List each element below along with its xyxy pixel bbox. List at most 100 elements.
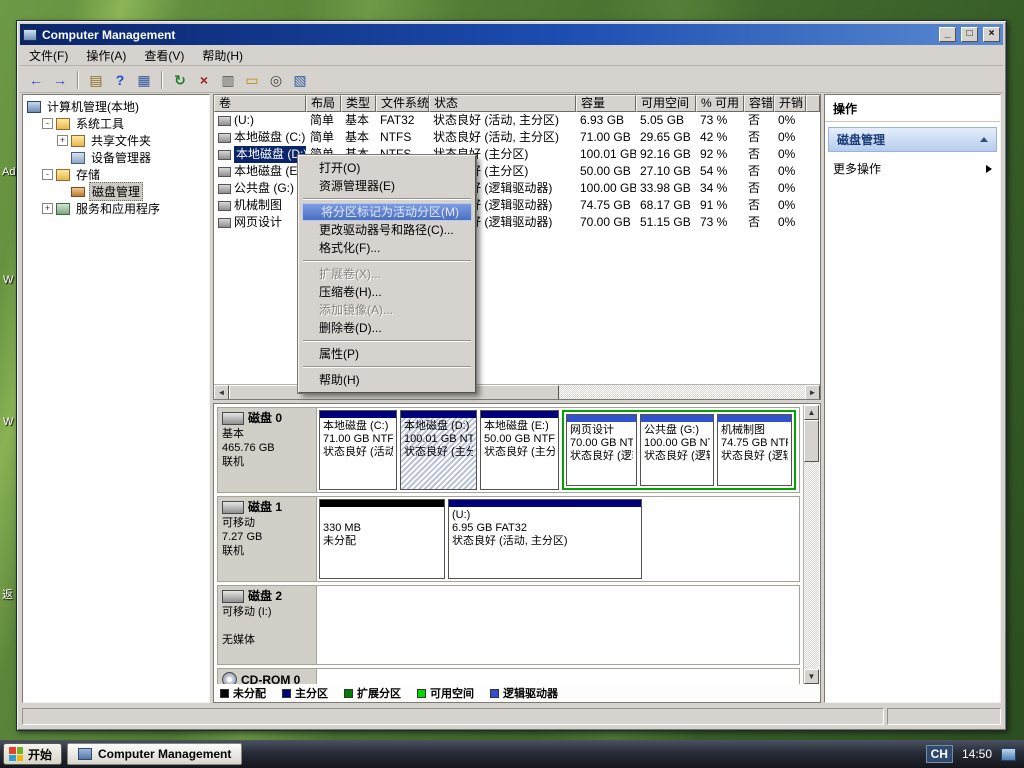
scroll-down-icon[interactable]: ▼ xyxy=(804,669,819,684)
help-icon[interactable]: ? xyxy=(109,70,131,90)
context-menu-item-4[interactable]: 更改驱动器号和路径(C)... xyxy=(301,221,473,239)
volume-cell: 73 % xyxy=(696,112,744,129)
context-menu-item-10[interactable]: 删除卷(D)... xyxy=(301,319,473,337)
disk-management-section-header[interactable]: 磁盘管理 xyxy=(828,127,997,152)
context-menu-item-7[interactable]: 扩展卷(X)... xyxy=(301,265,473,283)
vscrollbar-thumb[interactable] xyxy=(804,420,819,462)
menu-bar: 文件(F)操作(A)查看(V)帮助(H) xyxy=(20,46,1003,66)
tree-item-0[interactable]: 计算机管理(本地) xyxy=(23,98,209,115)
menu-item-0[interactable]: 文件(F) xyxy=(20,45,77,66)
context-menu-item-8[interactable]: 压缩卷(H)... xyxy=(301,283,473,301)
properties-icon[interactable]: ▥ xyxy=(217,70,239,90)
language-indicator[interactable]: CH xyxy=(926,745,953,763)
vertical-scrollbar[interactable]: ▲ ▼ xyxy=(803,405,819,684)
partition-lines: (U:)6.95 GB FAT32状态良好 (活动, 主分区) xyxy=(449,507,641,578)
refresh-icon[interactable]: ↻ xyxy=(169,70,191,90)
maximize-button[interactable]: □ xyxy=(961,27,978,42)
volume-col-header-4[interactable]: 状态 xyxy=(429,95,576,112)
tree-item-label: 服务和应用程序 xyxy=(74,200,162,217)
legend-item-4: 逻辑驱动器 xyxy=(490,685,558,701)
close-button[interactable]: × xyxy=(983,27,1000,42)
partition-0-0[interactable]: 本地磁盘 (C:)71.00 GB NTFS状态良好 (活动, 主分区) xyxy=(319,410,397,490)
volume-cell: 否 xyxy=(744,146,774,163)
disk-label[interactable]: 磁盘 0基本465.76 GB联机 xyxy=(218,408,317,492)
partition-1-1[interactable]: (U:)6.95 GB FAT32状态良好 (活动, 主分区) xyxy=(448,499,642,579)
partition-0-3[interactable]: 网页设计70.00 GB NTFS状态良好 (逻辑驱动器) xyxy=(566,414,637,486)
volume-col-header-5[interactable]: 容量 xyxy=(576,95,636,112)
forward-icon[interactable]: → xyxy=(49,70,71,90)
menu-item-1[interactable]: 操作(A) xyxy=(77,45,135,66)
volume-cell: 0% xyxy=(774,163,806,180)
context-menu-item-5[interactable]: 格式化(F)... xyxy=(301,239,473,257)
expand-icon[interactable]: + xyxy=(42,203,53,214)
partition-lines: 本地磁盘 (D:)100.01 GB NTFS状态良好 (主分区) xyxy=(401,418,476,489)
export-list-icon[interactable]: ▤ xyxy=(85,70,107,90)
volume-icon xyxy=(218,167,231,177)
console-window-icon[interactable]: ▦ xyxy=(133,70,155,90)
context-menu-item-14[interactable]: 帮助(H) xyxy=(301,371,473,389)
tree-item-4[interactable]: -存储 xyxy=(23,166,209,183)
start-button[interactable]: 开始 xyxy=(3,743,62,765)
tray-icon[interactable] xyxy=(1001,748,1016,761)
partition-0-5[interactable]: 机械制图74.75 GB NTFS状态良好 (逻辑驱动器) xyxy=(717,414,792,486)
disk-label[interactable]: CD-ROM 0 xyxy=(218,669,317,684)
partition-0-1[interactable]: 本地磁盘 (D:)100.01 GB NTFS状态良好 (主分区) xyxy=(400,410,477,490)
tree-item-5[interactable]: 磁盘管理 xyxy=(23,183,209,200)
expand-icon[interactable]: + xyxy=(57,135,68,146)
desktop-icon-label[interactable]: W xyxy=(3,416,13,428)
disk-label[interactable]: 磁盘 1可移动7.27 GB联机 xyxy=(218,497,317,581)
disk-info-line: 可移动 (I:) xyxy=(222,605,312,619)
menu-item-3[interactable]: 帮助(H) xyxy=(193,45,252,66)
tree-item-6[interactable]: + 服务和应用程序 xyxy=(23,200,209,217)
scroll-right-icon[interactable]: ► xyxy=(805,385,820,400)
partition-1-0[interactable]: 330 MB未分配 xyxy=(319,499,445,579)
context-menu-item-1[interactable]: 资源管理器(E) xyxy=(301,177,473,195)
delete-icon[interactable]: × xyxy=(193,70,215,90)
volume-col-header-9[interactable]: 开销 xyxy=(774,95,806,112)
partition-stripe xyxy=(401,411,476,418)
desktop-icon-label[interactable]: W xyxy=(3,274,13,286)
back-icon[interactable]: ← xyxy=(25,70,47,90)
disk-label[interactable]: 磁盘 2可移动 (I:) 无媒体 xyxy=(218,586,317,664)
chart-icon[interactable]: ▧ xyxy=(289,70,311,90)
partition-0-2[interactable]: 本地磁盘 (E:)50.00 GB NTFS状态良好 (主分区) xyxy=(480,410,559,490)
context-menu-item-0[interactable]: 打开(O) xyxy=(301,159,473,177)
context-menu-item-9[interactable]: 添加镜像(A)... xyxy=(301,301,473,319)
desktop-icon-label[interactable]: 返 xyxy=(2,586,13,602)
context-menu-item-3[interactable]: 将分区标记为活动分区(M) xyxy=(302,203,472,221)
volume-cell: 73 % xyxy=(696,214,744,231)
partition-0-4[interactable]: 公共盘 (G:)100.00 GB NTFS状态良好 (逻辑驱动器) xyxy=(640,414,714,486)
menu-item-2[interactable]: 查看(V) xyxy=(135,45,193,66)
taskbar-task-button[interactable]: Computer Management xyxy=(67,743,242,765)
scroll-left-icon[interactable]: ◄ xyxy=(214,385,229,400)
tree-item-label: 系统工具 xyxy=(74,115,126,132)
hscrollbar-track[interactable] xyxy=(559,385,805,399)
actions-panel: 操作 磁盘管理 更多操作 xyxy=(824,94,1001,703)
volume-col-header-8[interactable]: 容错 xyxy=(744,95,774,112)
vscrollbar-track[interactable] xyxy=(804,462,819,669)
minimize-button[interactable]: _ xyxy=(939,27,956,42)
volume-cell: 状态良好 (活动, 主分区) xyxy=(429,129,576,146)
search-icon[interactable]: ◎ xyxy=(265,70,287,90)
volume-col-header-6[interactable]: 可用空间 xyxy=(636,95,696,112)
title-bar[interactable]: Computer Management _ □ × xyxy=(20,24,1003,45)
tree-item-1[interactable]: - 系统工具 xyxy=(23,115,209,132)
collapse-icon[interactable]: - xyxy=(42,169,53,180)
volume-col-header-7[interactable]: % 可用 xyxy=(696,95,744,112)
open-folder-icon[interactable]: ▭ xyxy=(241,70,263,90)
desktop-icon-label[interactable]: Ad xyxy=(2,166,15,178)
volume-col-header-3[interactable]: 文件系统 xyxy=(376,95,429,112)
tree-item-3[interactable]: 设备管理器 xyxy=(23,149,209,166)
tree-item-2[interactable]: +共享文件夹 xyxy=(23,132,209,149)
volume-row-0[interactable]: (U:)简单基本FAT32状态良好 (活动, 主分区)6.93 GB5.05 G… xyxy=(214,112,820,129)
context-menu-item-12[interactable]: 属性(P) xyxy=(301,345,473,363)
volume-col-header-0[interactable]: 卷 xyxy=(214,95,306,112)
volume-col-header-1[interactable]: 布局 xyxy=(306,95,341,112)
more-actions-item[interactable]: 更多操作 xyxy=(825,152,1000,185)
scroll-up-icon[interactable]: ▲ xyxy=(804,405,819,420)
volume-col-header-2[interactable]: 类型 xyxy=(341,95,376,112)
volume-row-1[interactable]: 本地磁盘 (C:)简单基本NTFS状态良好 (活动, 主分区)71.00 GB2… xyxy=(214,129,820,146)
computer-icon xyxy=(27,101,41,113)
clock[interactable]: 14:50 xyxy=(962,747,992,761)
collapse-icon[interactable]: - xyxy=(42,118,53,129)
